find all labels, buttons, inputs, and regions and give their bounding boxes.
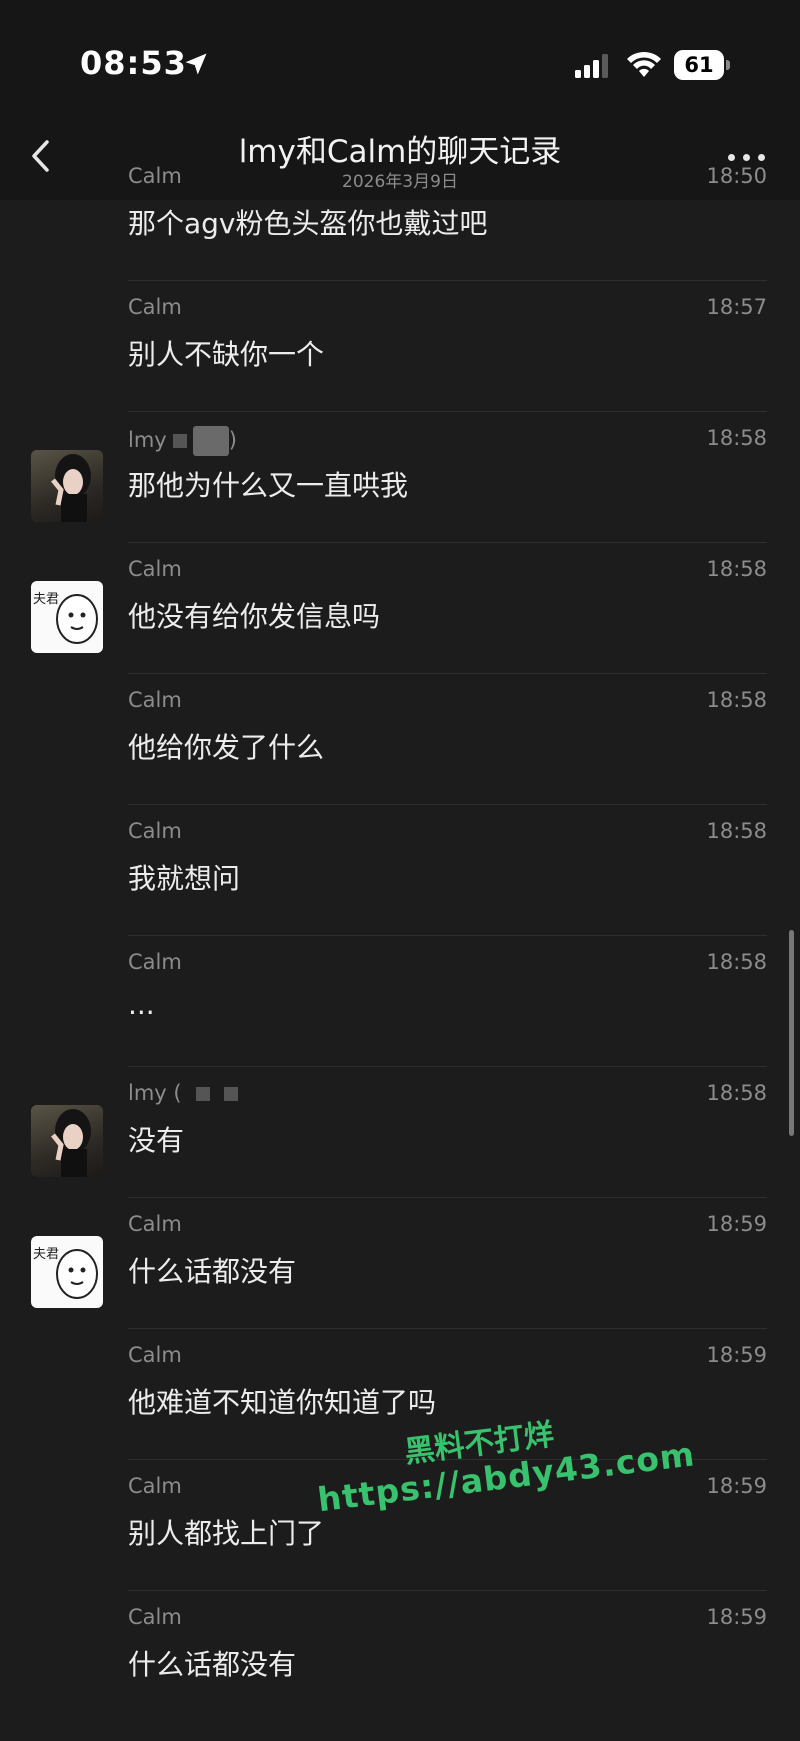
list-item[interactable]: Calm 18:59 什么话都没有: [0, 1591, 800, 1722]
list-item[interactable]: Calm 18:57 别人不缺你一个: [0, 281, 800, 412]
list-item[interactable]: Calm 18:58 我就想问: [0, 805, 800, 936]
sticker-icon: 夫君: [33, 1247, 98, 1299]
message-text: 没有: [128, 1124, 185, 1157]
list-item[interactable]: lmy ( 18:58 没有: [0, 1067, 800, 1198]
sender-name: Calm: [128, 557, 182, 581]
message-text: 别人都找上门了: [128, 1517, 325, 1550]
sender-name: lmy): [128, 426, 237, 456]
cell-signal-icon: [575, 54, 608, 78]
sender-name: Calm: [128, 1212, 182, 1236]
sender-name: Calm: [128, 819, 182, 843]
sender-name: lmy (: [128, 1081, 238, 1105]
list-item[interactable]: 夫君 Calm 18:58 他没有给你发信息吗: [0, 543, 800, 674]
blurred-region: [192, 426, 229, 456]
message-time: 18:59: [706, 1474, 767, 1498]
message-time: 18:59: [706, 1212, 767, 1236]
message-time: 18:50: [706, 164, 767, 188]
message-time: 18:57: [706, 295, 767, 319]
list-item[interactable]: Calm 18:58 他给你发了什么: [0, 674, 800, 805]
battery-level: 61: [684, 53, 714, 77]
sender-name: Calm: [128, 950, 182, 974]
sender-name: Calm: [128, 1474, 182, 1498]
sender-name: Calm: [128, 295, 182, 319]
message-text: 他没有给你发信息吗: [128, 600, 381, 633]
portrait-icon: [51, 454, 91, 522]
message-time: 18:58: [706, 819, 767, 843]
location-arrow-icon: [185, 53, 207, 75]
avatar[interactable]: [31, 1105, 103, 1177]
message-text: 那个agv粉色头盔你也戴过吧: [128, 207, 488, 240]
sender-name: Calm: [128, 1605, 182, 1629]
message-text: 我就想问: [128, 862, 241, 895]
list-item[interactable]: 夫君 Calm 18:59 什么话都没有: [0, 1198, 800, 1329]
message-time: 18:58: [706, 1081, 767, 1105]
avatar[interactable]: 夫君: [31, 1236, 103, 1308]
message-text: 什么话都没有: [128, 1648, 297, 1681]
message-time: 18:58: [706, 950, 767, 974]
message-time: 18:58: [706, 557, 767, 581]
blurred-region: [195, 1087, 210, 1101]
status-bar: 08:53 61: [0, 40, 800, 90]
sender-name: Calm: [128, 1343, 182, 1367]
battery-indicator: 61: [674, 50, 730, 80]
sender-name: Calm: [128, 688, 182, 712]
message-text: ...: [128, 988, 155, 1021]
list-item[interactable]: Calm 18:50 那个agv粉色头盔你也戴过吧: [0, 150, 800, 281]
sticker-icon: 夫君: [33, 592, 98, 644]
status-time: 08:53: [80, 44, 187, 82]
portrait-icon: [51, 1109, 91, 1177]
message-time: 18:59: [706, 1605, 767, 1629]
sticker-text: 夫君: [33, 592, 59, 607]
battery-tip: [726, 60, 730, 70]
scrollbar[interactable]: [789, 930, 794, 1136]
message-text: 他给你发了什么: [128, 731, 325, 764]
wifi-icon: [627, 51, 661, 77]
sticker-text: 夫君: [33, 1247, 59, 1262]
avatar[interactable]: [31, 450, 103, 522]
avatar[interactable]: 夫君: [31, 581, 103, 653]
message-text: 那他为什么又一直哄我: [128, 469, 409, 502]
message-text: 什么话都没有: [128, 1255, 297, 1288]
blurred-region: [172, 434, 187, 448]
message-time: 18:58: [706, 426, 767, 450]
blurred-region: [223, 1087, 238, 1101]
message-time: 18:59: [706, 1343, 767, 1367]
list-item[interactable]: Calm 18:58 ...: [0, 936, 800, 1067]
sender-name: Calm: [128, 164, 182, 188]
message-time: 18:58: [706, 688, 767, 712]
message-text: 别人不缺你一个: [128, 338, 325, 371]
list-item[interactable]: lmy) 18:58 那他为什么又一直哄我: [0, 412, 800, 543]
